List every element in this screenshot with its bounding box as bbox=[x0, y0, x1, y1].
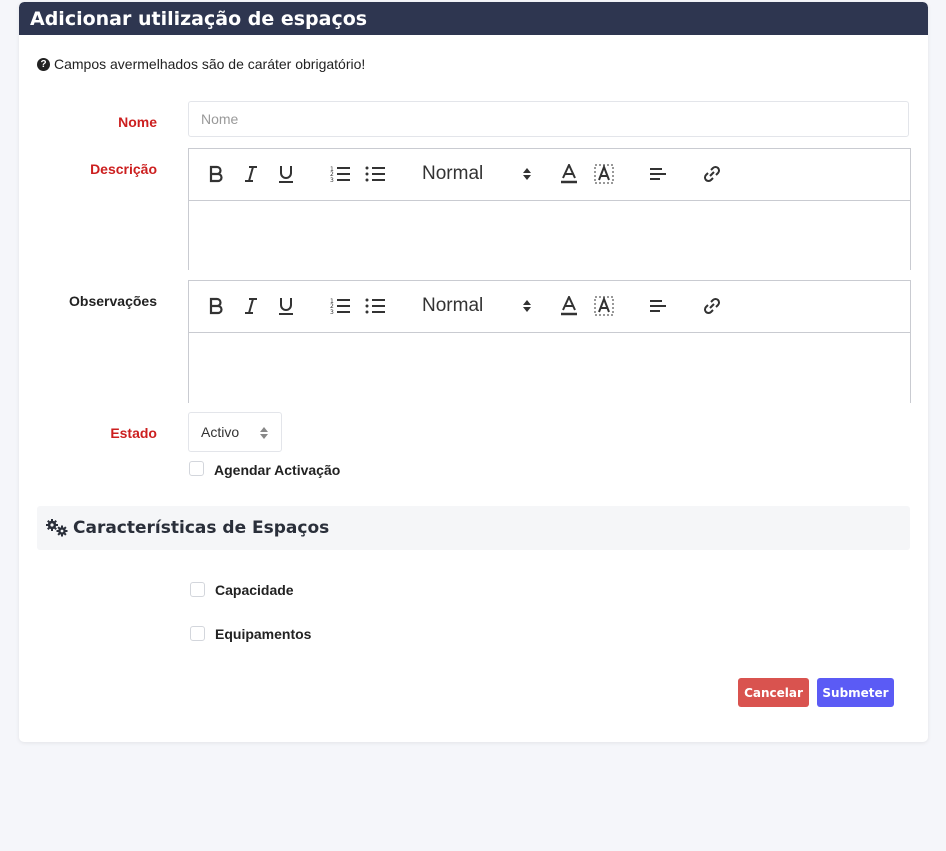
observacoes-text-area[interactable] bbox=[189, 333, 910, 404]
nome-input[interactable]: Nome bbox=[188, 101, 909, 137]
required-note-text: Campos avermelhados são de caráter obrig… bbox=[54, 56, 366, 72]
section-title: Características de Espaços bbox=[73, 518, 330, 538]
bullet-list-icon[interactable] bbox=[364, 295, 386, 317]
estado-label: Estado bbox=[110, 425, 157, 441]
chevron-updown-icon bbox=[260, 427, 268, 439]
submit-button[interactable]: Submeter bbox=[817, 678, 894, 707]
ordered-list-icon[interactable]: 123 bbox=[329, 295, 351, 317]
descricao-editor: 123 Normal bbox=[188, 148, 911, 271]
nome-label: Nome bbox=[118, 114, 157, 130]
form-card: Adicionar utilização de espaços ? Campos… bbox=[19, 2, 928, 742]
underline-icon[interactable] bbox=[275, 163, 297, 185]
link-icon[interactable] bbox=[701, 295, 723, 317]
font-color-icon[interactable] bbox=[558, 163, 580, 185]
align-icon[interactable] bbox=[647, 163, 669, 185]
bold-icon[interactable] bbox=[205, 295, 227, 317]
observacoes-editor: 123 Normal bbox=[188, 280, 911, 404]
estado-select-value: Activo bbox=[201, 424, 240, 440]
equipamentos-label: Equipamentos bbox=[215, 626, 312, 642]
font-color-icon[interactable] bbox=[558, 295, 580, 317]
svg-text:3: 3 bbox=[330, 309, 334, 315]
bullet-list-icon[interactable] bbox=[364, 163, 386, 185]
section-header: Características de Espaços bbox=[37, 506, 910, 550]
descricao-text-area[interactable] bbox=[189, 201, 910, 271]
underline-icon[interactable] bbox=[275, 295, 297, 317]
question-circle-icon: ? bbox=[37, 57, 50, 71]
link-icon[interactable] bbox=[701, 163, 723, 185]
nome-placeholder: Nome bbox=[201, 111, 239, 127]
header-select[interactable]: Normal bbox=[422, 163, 532, 185]
svg-text:3: 3 bbox=[330, 177, 334, 183]
italic-icon[interactable] bbox=[240, 295, 262, 317]
cogs-icon bbox=[46, 519, 68, 537]
estado-select[interactable]: Activo bbox=[188, 412, 282, 452]
header-select-value: Normal bbox=[422, 295, 484, 316]
capacidade-label: Capacidade bbox=[215, 582, 294, 598]
card-header: Adicionar utilização de espaços bbox=[19, 2, 928, 35]
header-select-value: Normal bbox=[422, 163, 484, 184]
ordered-list-icon[interactable]: 123 bbox=[329, 163, 351, 185]
cancel-button[interactable]: Cancelar bbox=[738, 678, 809, 707]
background-color-icon[interactable] bbox=[593, 163, 615, 185]
agendar-label: Agendar Activação bbox=[214, 462, 341, 478]
italic-icon[interactable] bbox=[240, 163, 262, 185]
observacoes-label: Observações bbox=[69, 293, 157, 309]
align-icon[interactable] bbox=[647, 295, 669, 317]
descricao-label: Descrição bbox=[90, 161, 157, 177]
editor-toolbar: 123 Normal bbox=[189, 281, 910, 333]
agendar-checkbox[interactable] bbox=[189, 461, 204, 476]
required-note: ? Campos avermelhados são de caráter obr… bbox=[37, 56, 365, 72]
page-title: Adicionar utilização de espaços bbox=[30, 7, 368, 30]
header-select[interactable]: Normal bbox=[422, 295, 532, 317]
capacidade-checkbox[interactable] bbox=[190, 582, 205, 597]
equipamentos-checkbox[interactable] bbox=[190, 626, 205, 641]
bold-icon[interactable] bbox=[205, 163, 227, 185]
editor-toolbar: 123 Normal bbox=[189, 149, 910, 201]
background-color-icon[interactable] bbox=[593, 295, 615, 317]
